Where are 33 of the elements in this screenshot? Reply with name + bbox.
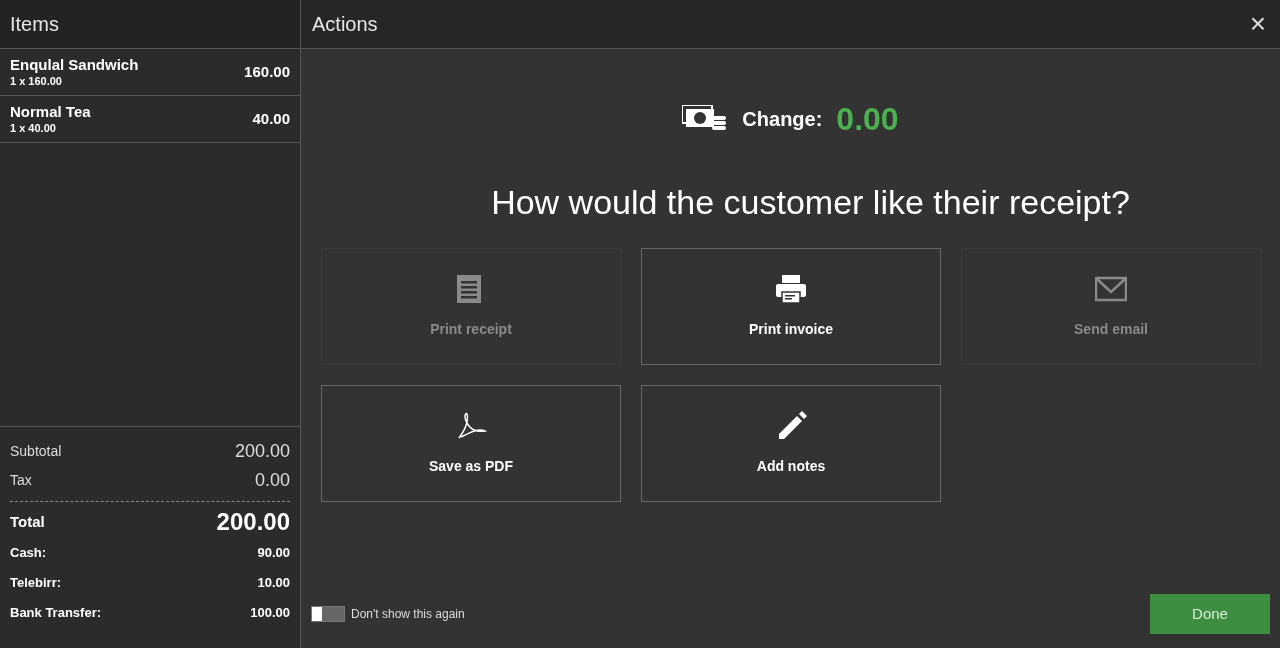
summary-label: Telebirr: xyxy=(10,574,62,593)
change-label: Change: xyxy=(742,107,823,132)
option-button[interactable]: Save as PDF xyxy=(321,385,621,502)
summary-value: 100.00 xyxy=(250,604,290,623)
panel-title: Items xyxy=(10,12,59,37)
summary-value: 200.00 xyxy=(216,507,290,537)
summary-value: 200.00 xyxy=(234,439,290,463)
item-amount: 160.00 xyxy=(244,61,290,82)
toggle-switch[interactable] xyxy=(311,606,345,622)
panel-title: Actions xyxy=(312,12,378,37)
summary-label: Tax xyxy=(10,470,32,490)
summary-value: 90.00 xyxy=(257,544,290,563)
summary-label: Total xyxy=(10,511,45,532)
summary-value: 0.00 xyxy=(254,468,290,492)
option-button[interactable]: Add notes xyxy=(641,385,941,502)
change-amount: 0.00 xyxy=(836,100,899,139)
item-amount: 40.00 xyxy=(252,108,290,129)
summary-label: Bank Transfer: xyxy=(10,604,102,623)
item-row[interactable]: Enqulal Sandwich 1 x 160.00 160.00 xyxy=(0,49,300,96)
option-button[interactable]: Print invoice xyxy=(641,248,941,365)
toggle-label: Don't show this again xyxy=(351,606,465,623)
close-button[interactable]: × xyxy=(1249,10,1266,38)
item-name: Enqulal Sandwich xyxy=(10,56,139,74)
item-detail: 1 x 40.00 xyxy=(10,121,57,135)
summary-value: 10.00 xyxy=(257,574,290,593)
item-name: Normal Tea xyxy=(10,103,91,121)
item-detail: 1 x 160.00 xyxy=(10,74,63,88)
money-icon xyxy=(682,105,729,133)
item-row[interactable]: Normal Tea 1 x 40.00 40.00 xyxy=(0,96,300,143)
summary-label: Subtotal xyxy=(10,441,62,461)
receipt-question: How would the customer like their receipt? xyxy=(490,182,1131,223)
printer-icon xyxy=(775,273,807,305)
summary-label: Cash: xyxy=(10,544,47,563)
